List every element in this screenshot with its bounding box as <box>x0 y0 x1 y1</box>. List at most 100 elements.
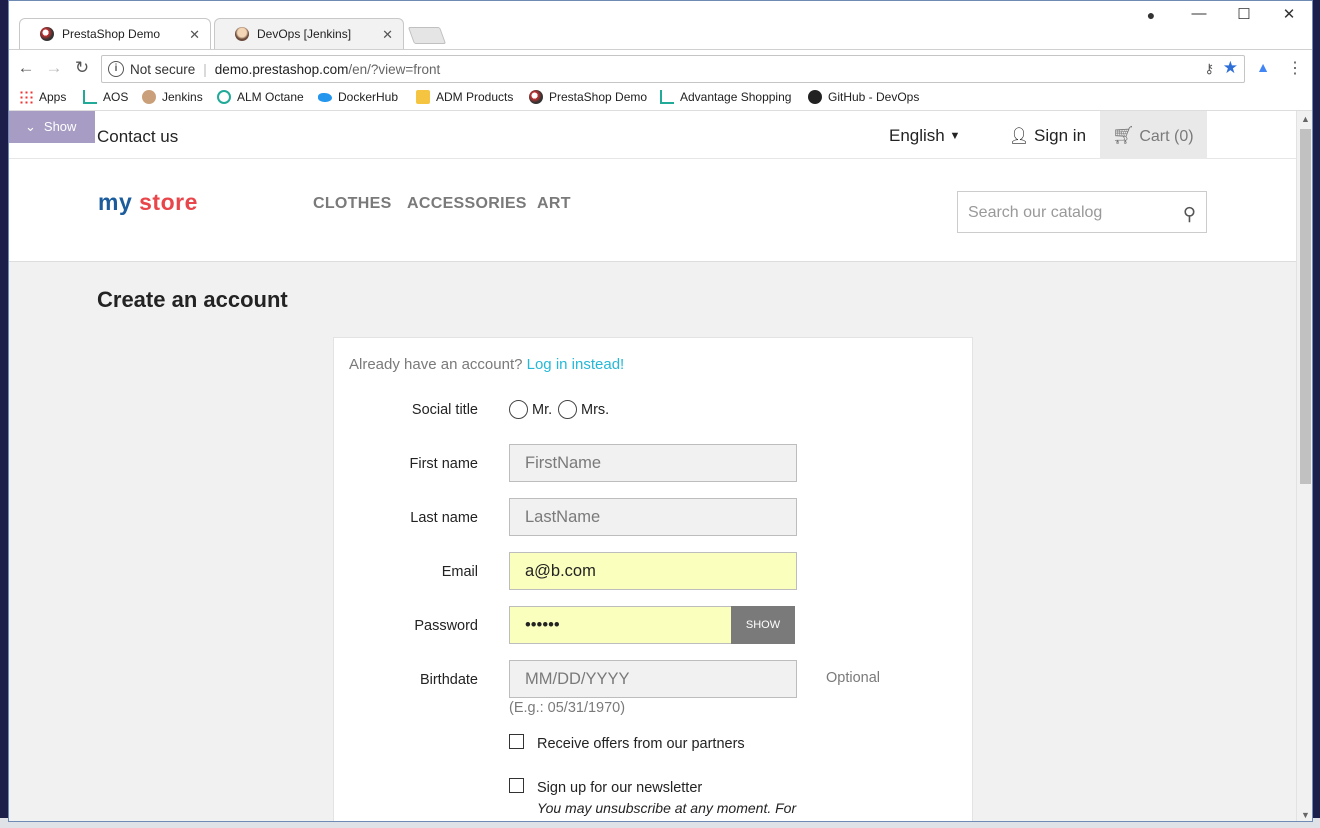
security-label: Not secure <box>130 61 196 77</box>
email-field[interactable]: a@b.com <box>509 552 797 590</box>
bookmark-label: Apps <box>39 90 67 104</box>
url-host: demo.prestashop.com <box>214 61 349 77</box>
language-selector[interactable]: English ▼ <box>889 126 960 146</box>
show-label: Show <box>43 119 77 134</box>
key-icon[interactable]: ⚷ <box>1204 61 1214 77</box>
store-header: my store CLOTHES ACCESSORIES ART Search … <box>9 159 1296 262</box>
checkbox-box[interactable] <box>509 778 524 793</box>
bookmark-dockerhub[interactable]: DockerHub <box>318 90 398 104</box>
profile-icon[interactable]: ● <box>1136 7 1166 23</box>
scroll-up-icon[interactable]: ▲ <box>1301 114 1310 124</box>
bookmark-adm-products[interactable]: ADM Products <box>416 90 513 104</box>
browser-window: PrestaShop Demo ✕ DevOps [Jenkins] ✕ ● —… <box>8 0 1313 822</box>
page-scrollbar[interactable]: ▲ ▼ <box>1296 111 1312 821</box>
tab-jenkins[interactable]: DevOps [Jenkins] ✕ <box>214 18 404 49</box>
radio-label: Mrs. <box>581 401 610 418</box>
sign-in-link[interactable]: 👤︎ Sign in <box>1009 126 1086 146</box>
scroll-down-icon[interactable]: ▼ <box>1301 810 1310 820</box>
bookmark-prestashop[interactable]: PrestaShop Demo <box>529 90 647 104</box>
search-icon[interactable]: ⚲ <box>1183 204 1196 225</box>
drive-extension-icon[interactable]: ▲ <box>1252 59 1274 75</box>
forward-icon[interactable]: → <box>43 58 65 78</box>
address-bar[interactable]: i Not secure | demo.prestashop.com /en/?… <box>101 55 1245 83</box>
password-label: Password <box>414 618 478 634</box>
unsubscribe-note: You may unsubscribe at any moment. For <box>537 800 797 816</box>
bookmark-advantage[interactable]: Advantage Shopping <box>660 90 791 104</box>
url-path: /en/?view=front <box>348 61 441 77</box>
chevron-down-icon: ⌄ <box>25 119 36 134</box>
info-icon[interactable]: i <box>108 61 124 77</box>
page-title: Create an account <box>97 287 288 312</box>
docker-icon <box>318 92 332 102</box>
github-icon <box>808 90 822 104</box>
prestashop-icon <box>529 90 543 104</box>
scrollbar-thumb[interactable] <box>1300 129 1311 484</box>
radio-label: Mr. <box>532 401 553 418</box>
already-label: Already have an account? <box>349 356 523 373</box>
tab-prestashop[interactable]: PrestaShop Demo ✕ <box>19 18 211 49</box>
minimize-icon[interactable]: — <box>1184 5 1214 22</box>
search-placeholder: Search our catalog <box>968 204 1103 221</box>
bookmark-label: PrestaShop Demo <box>549 90 648 104</box>
radio-circle <box>558 400 577 419</box>
user-icon: 👤︎ <box>1009 128 1030 145</box>
maximize-icon[interactable]: ☐ <box>1229 5 1259 23</box>
show-password-button[interactable]: SHOW <box>731 606 795 644</box>
advantage-icon <box>660 90 674 104</box>
show-toggle-button[interactable]: ⌄ Show <box>9 111 95 143</box>
bookmark-label: DockerHub <box>338 90 399 104</box>
bookmark-github[interactable]: GitHub - DevOps <box>808 90 919 104</box>
birthdate-example: (E.g.: 05/31/1970) <box>509 700 626 716</box>
password-field[interactable]: •••••• <box>509 606 733 644</box>
checkbox-box[interactable] <box>509 734 524 749</box>
search-input[interactable]: Search our catalog ⚲ <box>957 191 1207 233</box>
email-label: Email <box>441 564 478 580</box>
bookmark-label: ADM Products <box>436 90 514 104</box>
cart-label: Cart (0) <box>1139 128 1194 145</box>
checkbox-label: Receive offers from our partners <box>537 736 745 752</box>
menu-art[interactable]: ART <box>537 195 571 213</box>
url-separator: | <box>203 61 207 77</box>
cart-icon: 🛒︎ <box>1112 125 1135 145</box>
menu-icon[interactable]: ⋮ <box>1284 58 1306 78</box>
jenkins-favicon <box>235 27 249 41</box>
aos-icon <box>83 90 97 104</box>
birthdate-field[interactable]: MM/DD/YYYY <box>509 660 797 698</box>
bookmark-aos[interactable]: AOS <box>83 90 128 104</box>
contact-us-link[interactable]: Contact us <box>97 127 178 147</box>
close-window-icon[interactable]: ✕ <box>1274 5 1304 23</box>
menu-clothes[interactable]: CLOTHES <box>313 195 392 213</box>
store-logo[interactable]: my store <box>98 189 198 216</box>
bookmarks-bar: Apps AOS Jenkins ALM Octane DockerHub AD… <box>9 85 1312 111</box>
login-instead-link[interactable]: Log in instead! <box>527 356 625 373</box>
logo-part2: store <box>139 189 198 215</box>
first-name-field[interactable]: FirstName <box>509 444 797 482</box>
close-tab-icon[interactable]: ✕ <box>189 27 200 43</box>
folder-icon <box>416 90 430 104</box>
bookmark-jenkins[interactable]: Jenkins <box>142 90 203 104</box>
close-tab-icon[interactable]: ✕ <box>382 27 393 43</box>
bookmark-label: Advantage Shopping <box>680 90 792 104</box>
radio-mrs[interactable]: Mrs. <box>558 400 609 419</box>
apps-grid-icon <box>19 90 33 104</box>
radio-mr[interactable]: Mr. <box>509 400 552 419</box>
cart-button[interactable]: 🛒︎ Cart (0) <box>1100 111 1207 159</box>
new-tab-button[interactable] <box>407 27 447 44</box>
radio-circle <box>509 400 528 419</box>
bookmark-alm-octane[interactable]: ALM Octane <box>217 90 304 104</box>
social-title-label: Social title <box>411 402 478 418</box>
bookmark-apps[interactable]: Apps <box>19 90 66 104</box>
offers-checkbox[interactable]: Receive offers from our partners <box>509 734 745 752</box>
toolbar: ← → ↻ i Not secure | demo.prestashop.com… <box>9 49 1312 85</box>
newsletter-checkbox[interactable]: Sign up for our newsletter <box>509 778 702 796</box>
first-name-label: First name <box>409 456 479 472</box>
back-icon[interactable]: ← <box>15 58 37 78</box>
bookmark-label: GitHub - DevOps <box>828 90 920 104</box>
tab-label: DevOps [Jenkins] <box>257 27 352 41</box>
reload-icon[interactable]: ↻ <box>71 58 93 78</box>
jenkins-icon <box>142 90 156 104</box>
last-name-field[interactable]: LastName <box>509 498 797 536</box>
menu-accessories[interactable]: ACCESSORIES <box>407 195 527 213</box>
language-label: English <box>889 126 945 145</box>
bookmark-star-icon[interactable]: ★ <box>1223 58 1238 78</box>
